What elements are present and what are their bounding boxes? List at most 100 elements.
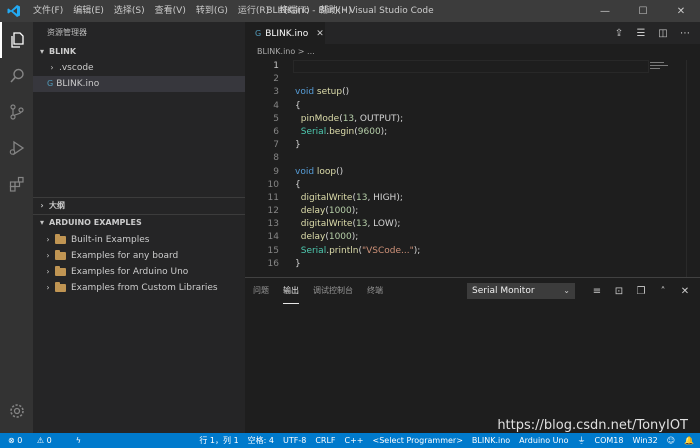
menu-view[interactable]: 查看(V): [150, 0, 191, 22]
upload-icon[interactable]: ⇪: [608, 28, 630, 39]
line-number: 4: [273, 100, 279, 111]
menu-go[interactable]: 转到(G): [191, 0, 233, 22]
code-text: pinMode(13, OUTPUT);: [300, 113, 404, 124]
source-control-icon[interactable]: [0, 94, 33, 130]
close-panel-icon[interactable]: ✕: [674, 286, 696, 297]
code-text: Serial.println("VSCode...");: [300, 245, 421, 256]
activity-bar: [0, 22, 33, 433]
code-text: {: [295, 179, 301, 190]
code-text: Serial.begin(9600);: [300, 126, 388, 137]
live-share-icon[interactable]: ϟ: [76, 436, 81, 445]
code-line: 3 void setup(): [245, 86, 700, 99]
more-actions-icon[interactable]: ⋯: [674, 28, 696, 39]
chevron-right-icon: ›: [40, 201, 44, 210]
line-number: 8: [273, 153, 279, 164]
menu-run[interactable]: 运行(R): [233, 0, 274, 22]
example-label: Built-in Examples: [71, 235, 150, 245]
code-line: 9 void loop(): [245, 166, 700, 179]
code-text: void loop(): [295, 166, 344, 177]
output-channel-select[interactable]: Serial Monitor ⌄: [467, 283, 575, 299]
example-any-board[interactable]: › Examples for any board: [33, 248, 245, 264]
sketch-file[interactable]: BLINK.ino: [472, 436, 510, 445]
maximize-panel-icon[interactable]: ˄: [652, 286, 674, 297]
tree-item-blink-ino[interactable]: G BLINK.ino: [33, 76, 245, 92]
explorer-icon[interactable]: [0, 22, 33, 58]
sidebar-title: 资源管理器: [47, 28, 87, 37]
menu-terminal[interactable]: 终端(T): [274, 0, 315, 22]
platform[interactable]: Win32: [632, 436, 657, 445]
extensions-icon[interactable]: [0, 166, 33, 202]
end-of-line[interactable]: CRLF: [315, 436, 335, 445]
language-mode[interactable]: C++: [345, 436, 364, 445]
tab-blink-ino[interactable]: G BLINK.ino ✕: [245, 22, 325, 44]
clear-output-icon[interactable]: ≡: [586, 286, 608, 297]
plug-icon[interactable]: ⏚: [578, 435, 586, 446]
arduino-examples-header[interactable]: ▾ ARDUINO EXAMPLES: [33, 215, 245, 231]
chevron-down-icon: ⌄: [563, 286, 570, 295]
line-number: 7: [273, 140, 279, 151]
indentation[interactable]: 空格: 4: [248, 435, 274, 446]
code-editor[interactable]: 1 2 3 void setup() 4{ 5 pinMode(13, OUTPU…: [245, 60, 700, 277]
arduino-examples-label: ARDUINO EXAMPLES: [49, 218, 142, 227]
folder-icon: [55, 234, 66, 244]
code-line: 8: [245, 152, 700, 165]
menu-selection[interactable]: 选择(S): [109, 0, 150, 22]
code-line: 14 delay(1000);: [245, 231, 700, 244]
bottom-panel: 问题 输出 调试控制台 终端 Serial Monitor ⌄ ≡ ⊡ ❐ ˄ …: [245, 277, 700, 433]
cursor-position[interactable]: 行 1，列 1: [199, 435, 238, 446]
example-custom-libraries[interactable]: › Examples from Custom Libraries: [33, 280, 245, 296]
example-arduino-uno[interactable]: › Examples for Arduino Uno: [33, 264, 245, 280]
lock-icon[interactable]: ⊡: [608, 286, 630, 297]
line-number: 3: [273, 87, 279, 98]
menu-bar: 文件(F) 编辑(E) 选择(S) 查看(V) 转到(G) 运行(R) 终端(T…: [28, 0, 356, 22]
notification-icon[interactable]: 🔔: [684, 436, 694, 445]
status-right: 行 1，列 1 空格: 4 UTF-8 CRLF C++ <Select Pro…: [190, 433, 694, 448]
gear-icon[interactable]: [0, 393, 33, 429]
editor-scrollbar[interactable]: [686, 60, 700, 277]
chevron-down-icon: ▾: [39, 47, 44, 56]
search-icon[interactable]: [0, 58, 33, 94]
minimize-button[interactable]: —: [586, 0, 624, 22]
code-line: 5 pinMode(13, OUTPUT);: [245, 113, 700, 126]
tab-terminal[interactable]: 终端: [367, 278, 383, 304]
line-number: 5: [273, 113, 279, 124]
workspace-section-header[interactable]: ▾ BLINK: [33, 44, 245, 60]
run-debug-icon[interactable]: [0, 130, 33, 166]
code-text: }: [295, 258, 301, 269]
code-line: 4{: [245, 100, 700, 113]
breadcrumb[interactable]: BLINK.ino > ...: [245, 44, 700, 60]
tab-output[interactable]: 输出: [283, 278, 299, 304]
chevron-right-icon: ›: [46, 251, 50, 260]
encoding[interactable]: UTF-8: [283, 436, 306, 445]
feedback-icon[interactable]: ☺: [667, 436, 675, 445]
minimap[interactable]: [650, 62, 670, 82]
editor-actions: ⇪ ☰ ◫ ⋯: [608, 22, 696, 44]
menu-edit[interactable]: 编辑(E): [68, 0, 109, 22]
split-editor-icon[interactable]: ◫: [652, 28, 674, 39]
tab-debug-console[interactable]: 调试控制台: [313, 278, 353, 304]
verify-icon[interactable]: ☰: [630, 28, 652, 39]
example-label: Examples for Arduino Uno: [71, 267, 189, 277]
programmer-select[interactable]: <Select Programmer>: [373, 436, 463, 445]
outline-section-header[interactable]: › 大纲: [33, 198, 245, 214]
tree-item-vscode[interactable]: › .vscode: [33, 60, 245, 76]
maximize-button[interactable]: ☐: [624, 0, 662, 22]
close-icon[interactable]: ✕: [316, 29, 324, 39]
error-count: 0: [17, 436, 23, 445]
code-line: 2: [245, 73, 700, 86]
arduino-file-icon: G: [47, 79, 54, 88]
menu-help[interactable]: 帮助(H): [315, 0, 357, 22]
tree-item-label: BLINK.ino: [56, 79, 100, 89]
code-line: 11 digitalWrite(13, HIGH);: [245, 192, 700, 205]
close-window-button[interactable]: ✕: [662, 0, 700, 22]
tab-problems[interactable]: 问题: [253, 278, 269, 304]
port-select[interactable]: COM18: [595, 436, 624, 445]
line-number: 6: [273, 126, 279, 137]
code-text: delay(1000);: [300, 232, 359, 243]
watermark-text: https://blog.csdn.net/TonyIOT: [497, 418, 688, 433]
menu-file[interactable]: 文件(F): [28, 0, 68, 22]
problems-status[interactable]: ⊗ 0 ⚠ 0: [8, 436, 64, 445]
board-select[interactable]: Arduino Uno: [519, 436, 568, 445]
example-built-in[interactable]: › Built-in Examples: [33, 232, 245, 248]
copy-icon[interactable]: ❐: [630, 286, 652, 297]
